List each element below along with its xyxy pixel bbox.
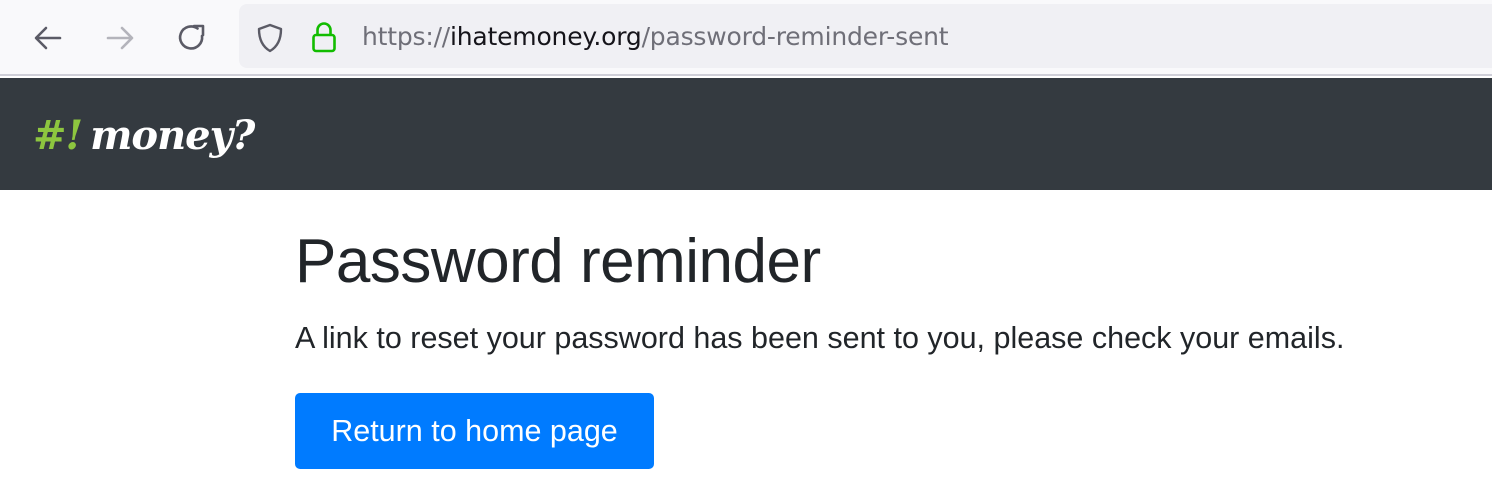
url-domain: ihatemoney.org (450, 22, 642, 51)
page-title: Password reminder (295, 227, 821, 296)
arrow-left-icon (34, 26, 62, 50)
return-home-button[interactable]: Return to home page (295, 393, 654, 469)
url-text[interactable]: https://ihatemoney.org/password-reminder… (362, 22, 949, 52)
lock-icon[interactable] (311, 20, 337, 54)
url-path: /password-reminder-sent (641, 22, 949, 51)
brand-symbols: #! (33, 112, 83, 159)
browser-toolbar: https://ihatemoney.org/password-reminder… (0, 0, 1492, 76)
brand-logo-link[interactable]: #! money? (33, 112, 255, 160)
site-navbar: #! money? (0, 78, 1492, 190)
back-button[interactable] (26, 14, 70, 62)
url-scheme: https:// (362, 22, 451, 51)
reload-icon (178, 24, 205, 50)
forward-button[interactable] (98, 14, 142, 62)
confirmation-message: A link to reset your password has been s… (295, 321, 1345, 355)
arrow-right-icon (106, 26, 134, 50)
url-bar[interactable]: https://ihatemoney.org/password-reminder… (239, 4, 1492, 68)
main-content: Password reminder A link to reset your p… (295, 222, 1475, 469)
brand-name: money? (90, 112, 255, 159)
reload-button[interactable] (170, 14, 214, 62)
shield-icon[interactable] (255, 22, 285, 54)
